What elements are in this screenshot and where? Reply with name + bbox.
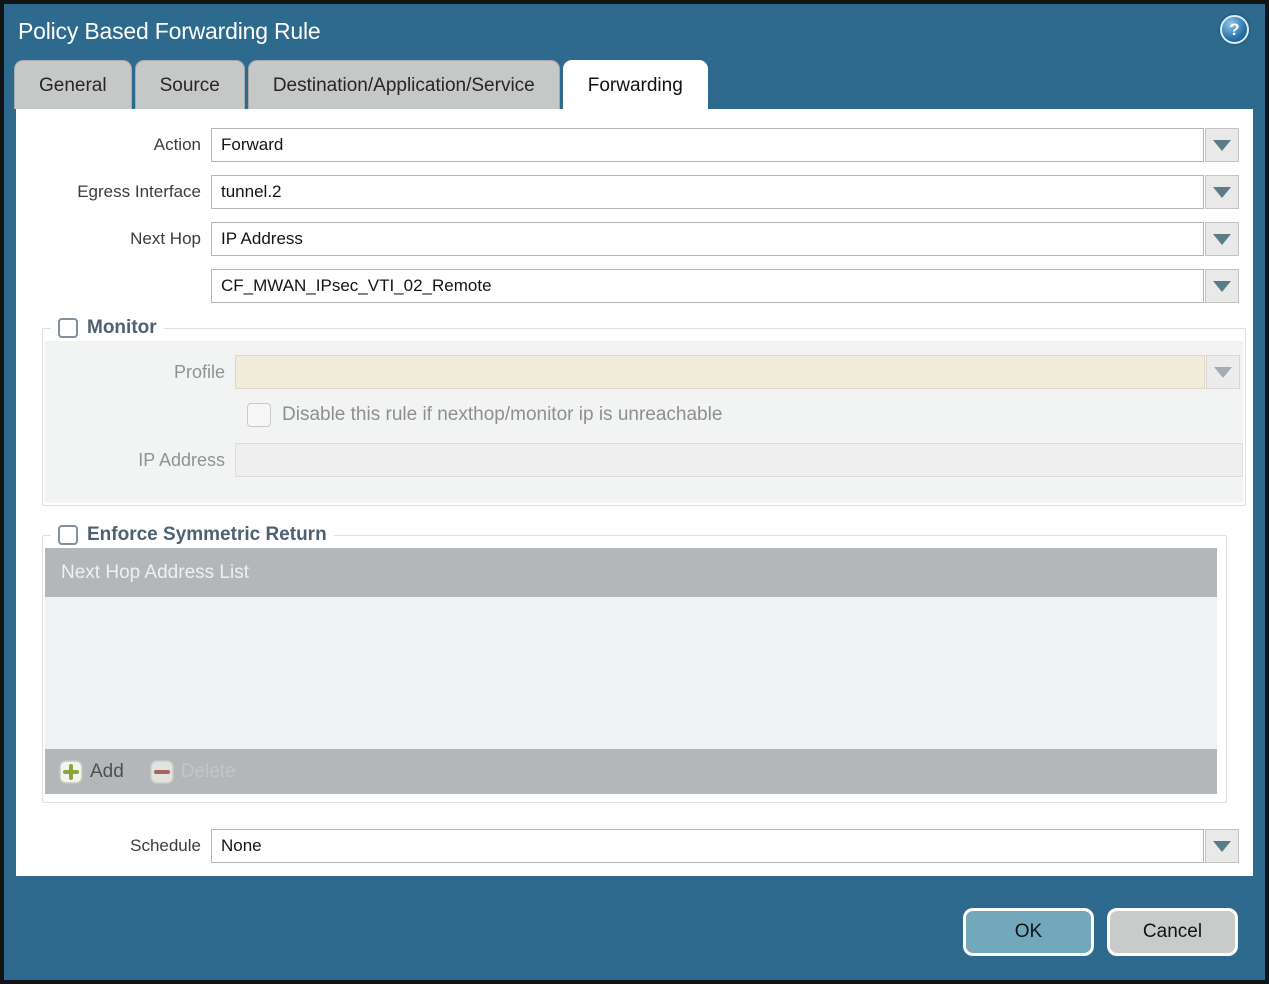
- next-hop-address-row: CF_MWAN_IPsec_VTI_02_Remote: [16, 269, 1253, 303]
- egress-interface-dropdown-button[interactable]: [1205, 175, 1239, 209]
- action-label: Action: [153, 135, 201, 154]
- action-dropdown-button[interactable]: [1205, 128, 1239, 162]
- cancel-button[interactable]: Cancel: [1107, 908, 1238, 956]
- schedule-select[interactable]: None: [211, 829, 1204, 863]
- table-footer: Add Delete: [45, 749, 1217, 794]
- profile-dropdown-button: [1206, 355, 1240, 389]
- egress-interface-label: Egress Interface: [77, 182, 201, 201]
- table-header: Next Hop Address List: [45, 548, 1217, 597]
- minus-icon: [150, 759, 174, 784]
- profile-row: Profile: [57, 355, 1243, 389]
- action-row: Action Forward: [16, 128, 1253, 162]
- delete-button: Delete: [150, 759, 236, 784]
- tab-forwarding[interactable]: Forwarding: [562, 60, 708, 109]
- schedule-dropdown-button[interactable]: [1205, 829, 1239, 863]
- monitor-box: Profile Disable this rule if nexthop/mon…: [45, 341, 1243, 503]
- next-hop-type-dropdown-button[interactable]: [1205, 222, 1239, 256]
- monitor-ip-address-row: IP Address: [57, 443, 1243, 477]
- egress-interface-row: Egress Interface tunnel.2: [16, 175, 1253, 209]
- plus-icon: [59, 759, 83, 784]
- monitor-checkbox[interactable]: [58, 318, 78, 338]
- egress-interface-select[interactable]: tunnel.2: [211, 175, 1204, 209]
- help-icon: ?: [1229, 19, 1240, 39]
- next-hop-address-list-table: Next Hop Address List Add Delete: [45, 548, 1217, 794]
- tab-bar: General Source Destination/Application/S…: [14, 60, 1265, 109]
- schedule-label: Schedule: [130, 836, 201, 855]
- add-button-label: Add: [90, 760, 124, 782]
- add-button[interactable]: Add: [59, 759, 124, 784]
- tab-general[interactable]: General: [14, 60, 132, 109]
- delete-button-label: Delete: [180, 760, 236, 782]
- ok-button[interactable]: OK: [963, 908, 1094, 956]
- disable-rule-label: Disable this rule if nexthop/monitor ip …: [282, 404, 723, 425]
- chevron-down-icon: [1213, 280, 1231, 292]
- enforce-symmetric-return-checkbox[interactable]: [58, 525, 78, 545]
- tab-destination-application-service[interactable]: Destination/Application/Service: [247, 60, 560, 109]
- monitor-ip-address-input: [235, 443, 1243, 477]
- monitor-legend: Monitor: [87, 317, 157, 338]
- disable-rule-checkbox: [247, 403, 271, 427]
- profile-select: [235, 355, 1205, 389]
- chevron-down-icon: [1213, 139, 1231, 151]
- table-header-label: Next Hop Address List: [61, 561, 249, 583]
- forwarding-tab-panel: Action Forward Egress Interface tunnel.2…: [16, 109, 1253, 876]
- table-body-empty: [45, 597, 1217, 749]
- chevron-down-icon: [1213, 186, 1231, 198]
- dialog-title: Policy Based Forwarding Rule: [18, 18, 321, 44]
- enforce-symmetric-return-legend: Enforce Symmetric Return: [87, 524, 327, 545]
- monitor-ip-address-label: IP Address: [138, 449, 225, 470]
- profile-label: Profile: [173, 361, 225, 382]
- help-button[interactable]: ?: [1220, 15, 1249, 44]
- dialog-titlebar: Policy Based Forwarding Rule ?: [4, 4, 1265, 60]
- chevron-down-icon: [1214, 366, 1232, 378]
- chevron-down-icon: [1213, 233, 1231, 245]
- next-hop-label: Next Hop: [130, 229, 201, 248]
- next-hop-row: Next Hop IP Address: [16, 222, 1253, 256]
- dialog-footer: OK Cancel: [963, 908, 1238, 956]
- next-hop-address-select[interactable]: CF_MWAN_IPsec_VTI_02_Remote: [211, 269, 1204, 303]
- action-select[interactable]: Forward: [211, 128, 1204, 162]
- tab-source[interactable]: Source: [134, 60, 245, 109]
- disable-rule-row: Disable this rule if nexthop/monitor ip …: [247, 403, 1243, 427]
- next-hop-address-dropdown-button[interactable]: [1205, 269, 1239, 303]
- monitor-section: Monitor Profile Disable this rule if nex…: [42, 317, 1246, 506]
- schedule-row: Schedule None: [16, 829, 1253, 863]
- next-hop-type-select[interactable]: IP Address: [211, 222, 1204, 256]
- chevron-down-icon: [1213, 840, 1231, 852]
- enforce-symmetric-return-section: Enforce Symmetric Return Next Hop Addres…: [42, 524, 1227, 803]
